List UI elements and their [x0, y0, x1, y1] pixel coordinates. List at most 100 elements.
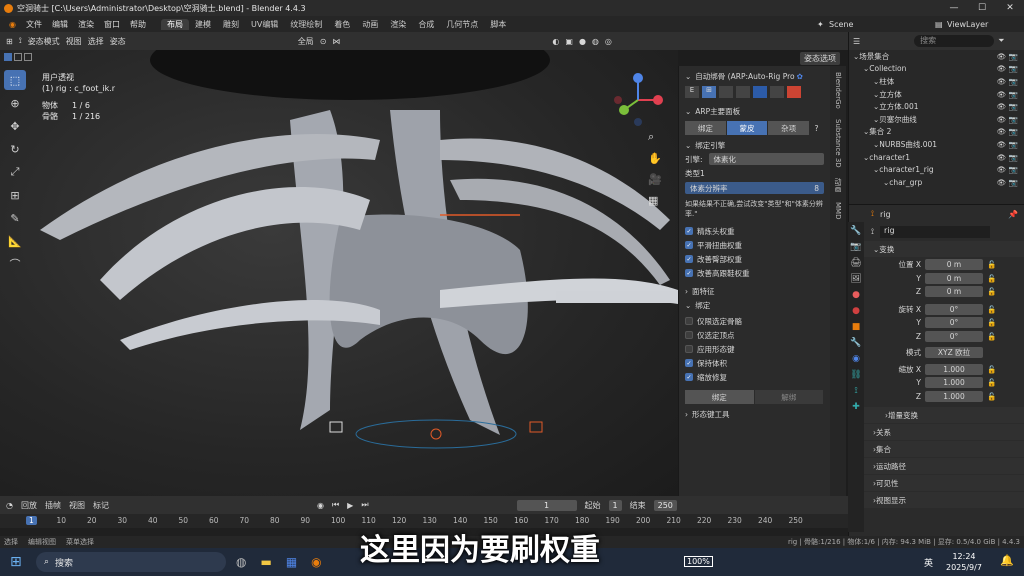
rotation-y[interactable]: 0° — [925, 317, 983, 329]
overlay-icon[interactable]: ◐ — [552, 37, 559, 46]
blender-taskbar-icon[interactable]: ◉ — [311, 555, 321, 569]
roll-icon[interactable]: ⌒ — [4, 254, 26, 274]
outliner-row[interactable]: ⌄ character1_rig 👁 📷 — [849, 163, 1024, 176]
preserve-volume-checkbox[interactable]: ✓ — [685, 359, 693, 367]
select-box-icon[interactable]: ⬚ — [4, 70, 26, 90]
viewport-display-section[interactable]: › 视图显示 — [849, 492, 1024, 508]
pan-hand-icon[interactable]: ✋ — [648, 152, 662, 165]
timeline-editor-icon[interactable]: ◔ — [6, 501, 13, 510]
arp-youtube-icon[interactable] — [787, 86, 801, 98]
workspace-animation[interactable]: 动画 — [356, 19, 384, 30]
transform-icon[interactable]: ⊞ — [4, 185, 26, 205]
lock-icon[interactable]: 🔓 — [987, 260, 996, 269]
improve-hips-checkbox[interactable]: ✓ — [685, 255, 693, 263]
workspace-geometry-nodes[interactable]: 几何节点 — [440, 19, 484, 30]
shading-rendered-icon[interactable]: ◎ — [605, 37, 612, 46]
tab-animation[interactable]: 动画 — [833, 178, 843, 192]
menu-window[interactable]: 窗口 — [99, 19, 125, 30]
collections-section[interactable]: › 集合 — [849, 441, 1024, 457]
resolution-field[interactable]: 体素分辨率 8 — [685, 182, 824, 194]
end-frame-field[interactable]: 250 — [653, 499, 677, 511]
lock-icon[interactable]: 🔓 — [987, 305, 996, 314]
blender-menu-icon[interactable]: ◉ — [4, 20, 21, 29]
bind-collapse-icon[interactable]: ⌄ — [685, 301, 691, 310]
menu-keying[interactable]: 插帧 — [45, 500, 61, 511]
menu-file[interactable]: 文件 — [21, 19, 47, 30]
visibility-icon[interactable]: 👁 📷 — [997, 153, 1018, 162]
tool-tab-icon[interactable]: 🔧 — [850, 226, 861, 236]
menu-marker[interactable]: 标记 — [93, 500, 109, 511]
lock-icon[interactable]: 🔓 — [987, 392, 996, 401]
bind-engine-collapse-icon[interactable]: ⌄ — [685, 141, 691, 150]
jump-start-icon[interactable]: ⏮ — [332, 500, 339, 510]
visibility-icon[interactable]: 👁 📷 — [997, 115, 1018, 124]
measure-icon[interactable]: 📐 — [4, 231, 26, 251]
transform-orientation[interactable]: 全局 — [298, 36, 314, 47]
arp-export-icon[interactable] — [753, 86, 767, 98]
cursor-icon[interactable]: ⊕ — [4, 93, 26, 113]
menu-help[interactable]: 帮助 — [125, 19, 151, 30]
lock-icon[interactable]: 🔓 — [987, 365, 996, 374]
battery-indicator[interactable]: 100% — [684, 556, 713, 567]
menu-render[interactable]: 渲染 — [73, 19, 99, 30]
scene-name[interactable]: Scene — [824, 20, 858, 29]
bind-section[interactable]: 绑定 — [695, 300, 710, 311]
outliner-row[interactable]: ⌄ NURBS曲线.001 👁 📷 — [849, 138, 1024, 151]
facial-section[interactable]: 面特征 — [692, 286, 715, 297]
annotate-icon[interactable]: ✎ — [4, 208, 26, 228]
bind-button[interactable]: 绑定 — [685, 390, 755, 404]
outliner-row[interactable]: ⌄ 场景集合 👁 📷 — [849, 50, 1024, 63]
outliner-row[interactable]: ⌄ char_grp 👁 📷 — [849, 176, 1024, 189]
outliner-type-icon[interactable]: ☰ — [853, 37, 860, 46]
viewlayer-name[interactable]: ViewLayer — [942, 20, 993, 29]
move-icon[interactable]: ✥ — [4, 116, 26, 136]
visibility-icon[interactable]: 👁 📷 — [997, 64, 1018, 73]
minimize-icon[interactable]: — — [940, 0, 968, 16]
data-name-field[interactable]: rig — [879, 226, 990, 238]
motion-paths-section[interactable]: › 运动路径 — [849, 458, 1024, 474]
engine-select[interactable]: 体素化 — [708, 153, 824, 165]
scale-icon[interactable]: ⤢ — [4, 162, 26, 182]
render-tab-icon[interactable]: 📷 — [850, 242, 861, 252]
selected-verts-checkbox[interactable] — [685, 331, 693, 339]
lock-icon[interactable]: 🔓 — [987, 274, 996, 283]
lock-icon[interactable]: 🔓 — [987, 332, 996, 341]
lock-icon[interactable]: 🔓 — [987, 378, 996, 387]
location-z[interactable]: 0 m — [925, 286, 983, 298]
menu-timeline-view[interactable]: 视图 — [69, 500, 85, 511]
visibility-icon[interactable]: 👁 📷 — [997, 178, 1018, 187]
grid-icon[interactable]: ▦ — [648, 194, 662, 207]
shapekeys-expand-icon[interactable]: › — [685, 410, 688, 419]
arp-remap-icon[interactable] — [770, 86, 784, 98]
outliner-row[interactable]: ⌄ 立方体.001 👁 📷 — [849, 100, 1024, 113]
menu-pose[interactable]: 姿态 — [110, 36, 126, 47]
arp-rig-icon[interactable]: E — [685, 86, 699, 98]
tab-rig[interactable]: 绑定 — [685, 121, 727, 135]
visibility-icon[interactable]: 👁 📷 — [997, 165, 1018, 174]
scale-x[interactable]: 1.000 — [925, 363, 983, 375]
tab-misc[interactable]: 杂项 — [768, 121, 811, 135]
lock-icon[interactable]: 🔓 — [987, 287, 996, 296]
help-icon[interactable]: ? — [810, 121, 825, 135]
taskbar-search[interactable]: ⌕ 搜索 — [36, 552, 226, 572]
rotate-icon[interactable]: ↻ — [4, 139, 26, 159]
visibility-icon[interactable]: 👁 📷 — [997, 90, 1018, 99]
visibility-icon[interactable]: 👁 📷 — [997, 140, 1018, 149]
maximize-icon[interactable]: ☐ — [968, 0, 996, 16]
zoom-icon[interactable]: ⌕ — [648, 130, 662, 144]
notification-icon[interactable]: 🔔 — [1000, 554, 1014, 567]
workspace-shading[interactable]: 着色 — [328, 19, 356, 30]
workspace-modeling[interactable]: 建模 — [189, 19, 217, 30]
outliner-row[interactable]: ⌄ Collection 👁 📷 — [849, 63, 1024, 76]
edge-icon[interactable]: ◍ — [236, 555, 246, 569]
apply-shapekeys-checkbox[interactable] — [685, 345, 693, 353]
scale-y[interactable]: 1.000 — [925, 377, 983, 389]
workspace-scripting[interactable]: 脚本 — [484, 19, 512, 30]
outliner-row[interactable]: ⌄ 立方体 👁 📷 — [849, 88, 1024, 101]
workspace-compositing[interactable]: 合成 — [412, 19, 440, 30]
menu-view[interactable]: 视图 — [66, 36, 82, 47]
clock[interactable]: 12:24 2025/9/7 — [946, 551, 982, 573]
outliner-row[interactable]: ⌄ 贝塞尔曲线 👁 📷 — [849, 113, 1024, 126]
outliner-row[interactable]: ⌄ 集合 2 👁 📷 — [849, 126, 1024, 139]
object-tab-icon[interactable]: ■ — [852, 322, 861, 332]
